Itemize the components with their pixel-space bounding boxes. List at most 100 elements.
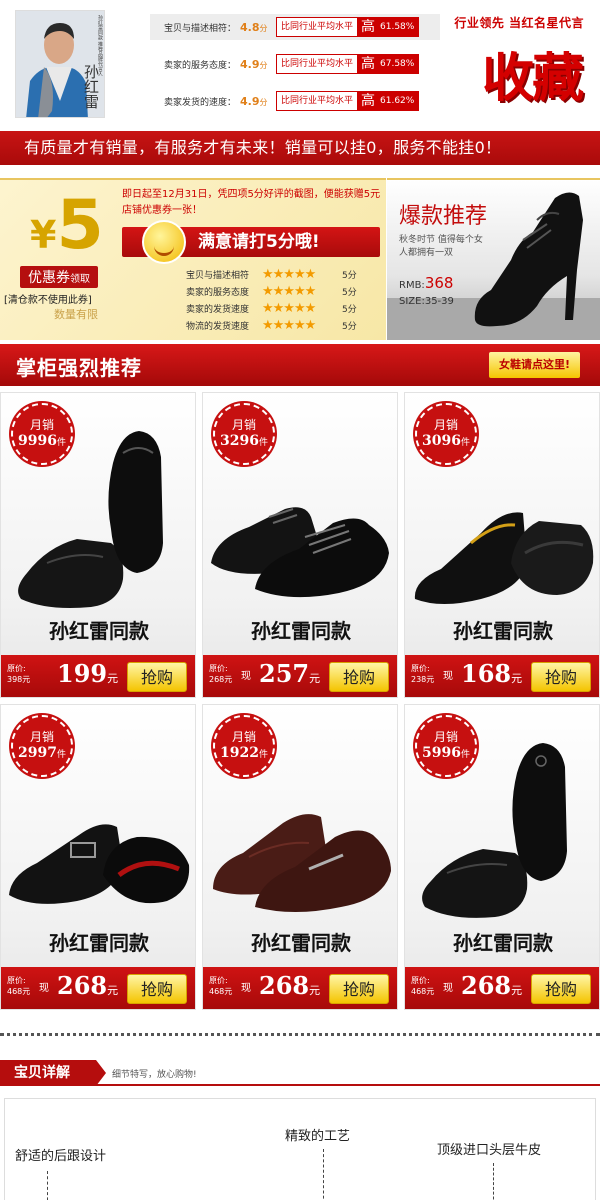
product-card[interactable]: 月销 3096件 孙红雷同款 原价: 238元 现 168元 抢购	[404, 392, 600, 698]
hot-title: 爆款推荐	[399, 204, 488, 229]
feature-craft: 精致的工艺	[285, 1129, 351, 1144]
rating-level: 高	[358, 54, 379, 74]
details-header: 宝贝详解 细节特写，放心购物!	[0, 1060, 600, 1086]
star-row: 宝贝与描述相符 ★★★★★ 5分	[186, 267, 357, 282]
original-price: 原价: 468元	[411, 976, 435, 996]
now-label: 现	[443, 671, 453, 682]
smiley-icon	[142, 220, 186, 264]
price-bar: 原价: 398元 199元 抢购	[1, 655, 195, 697]
details-panel: 舒适的后跟设计 精致的工艺 顶级进口头层牛皮	[4, 1098, 596, 1200]
rating-score: 4.8分	[240, 20, 268, 34]
feature-leather: 顶级进口头层牛皮	[437, 1143, 542, 1158]
rating-label: 宝贝与描述相符：	[163, 23, 236, 34]
rating-percent: 67.58%	[378, 54, 420, 74]
product-name: 孙红雷同款	[453, 931, 553, 955]
price-bar: 原价: 468元 现 268元 抢购	[203, 967, 397, 1009]
sale-price: 268元	[57, 971, 119, 1000]
stars-icon: ★★★★★	[262, 284, 316, 299]
monthly-sales-badge: 月销 3096件	[415, 403, 477, 465]
rating-percent: 61.62%	[378, 91, 420, 111]
buy-button[interactable]: 抢购	[127, 662, 187, 692]
feature-heel: 舒适的后跟设计	[15, 1149, 107, 1164]
now-label: 现	[241, 671, 251, 682]
product-name: 孙红雷同款	[251, 619, 351, 643]
rating-percent: 61.58%	[378, 17, 420, 37]
product-card[interactable]: 月销 2997件 孙红雷同款 原价: 468元 现 268元 抢购	[0, 704, 196, 1010]
coupon-amount: ¥5	[30, 186, 104, 265]
rating-compare: 比同行业平均水平	[276, 17, 359, 37]
original-price: 原价: 468元	[7, 976, 31, 996]
rating-label: 卖家发货的速度：	[163, 97, 236, 108]
monthly-sales-badge: 月销 2997件	[11, 715, 73, 777]
coupon-headline: 即日起至12月31日，凭四项5分好评的截图，便能获赠5元店铺优惠券一张！	[122, 189, 381, 216]
callout-line	[493, 1163, 494, 1200]
monthly-sales-badge: 月销 1922件	[213, 715, 275, 777]
monthly-sales-badge: 月销 9996件	[11, 403, 73, 465]
coupon-note: [清仓款不使用此券]	[4, 295, 92, 306]
stars-icon: ★★★★★	[262, 267, 316, 282]
rating-row: 宝贝与描述相符： 4.8分 比同行业平均水平 高 61.58%	[150, 14, 440, 40]
product-card[interactable]: 月销 1922件 孙红雷同款 原价: 468元 现 268元 抢购	[202, 704, 398, 1010]
rating-level: 高	[358, 91, 379, 111]
service-banner: 有质量才有销量，有服务才有未来！销量可以挂0，服务不能挂0！	[0, 131, 600, 165]
section-title: 掌柜强烈推荐	[16, 356, 142, 380]
now-label: 现	[39, 983, 49, 994]
monthly-sales-badge: 月销 3296件	[213, 403, 275, 465]
stars-icon: ★★★★★	[262, 318, 316, 333]
now-label: 现	[241, 983, 251, 994]
product-card[interactable]: 月销 3296件 孙红雷同款 原价: 268元 现 257元 抢购	[202, 392, 398, 698]
coupon-badge[interactable]: 优惠券领取	[20, 266, 98, 288]
product-card[interactable]: 月销 9996件 孙红雷同款 原价: 398元 199元 抢购	[0, 392, 196, 698]
store-slogan: 行业领先 当红名星代言	[454, 16, 584, 30]
star-row: 卖家的发货速度 ★★★★★ 5分	[186, 301, 357, 316]
buy-button[interactable]: 抢购	[329, 662, 389, 692]
buy-button[interactable]: 抢购	[329, 974, 389, 1004]
product-name: 孙红雷同款	[49, 619, 149, 643]
rating-compare: 比同行业平均水平	[276, 91, 359, 111]
rating-compare: 比同行业平均水平	[276, 54, 359, 74]
price-bar: 原价: 238元 现 168元 抢购	[405, 655, 599, 697]
dotted-divider	[0, 1033, 600, 1036]
celebrity-portrait: 孙红雷同款 推荐品牌代言人 孙红雷	[15, 10, 105, 118]
shop-ratings: 宝贝与描述相符： 4.8分 比同行业平均水平 高 61.58% 卖家的服务态度：…	[150, 14, 440, 125]
womens-shoes-button[interactable]: 女鞋请点这里!	[488, 352, 580, 378]
hot-price: RMB:368	[399, 274, 454, 292]
monthly-sales-badge: 月销 5996件	[415, 715, 477, 777]
product-name: 孙红雷同款	[49, 931, 149, 955]
price-bar: 原价: 268元 现 257元 抢购	[203, 655, 397, 697]
hot-item-promo[interactable]: 爆款推荐 秋冬时节 值得每个女人都拥有一双 RMB:368 SIZE:35-39	[387, 178, 600, 340]
callout-line	[47, 1171, 48, 1200]
price-bar: 原价: 468元 现 268元 抢购	[405, 967, 599, 1009]
hot-subtitle: 秋冬时节 值得每个女人都拥有一双	[399, 235, 483, 258]
favorite-button[interactable]: 收藏	[482, 36, 584, 111]
buy-button[interactable]: 抢购	[127, 974, 187, 1004]
star-row: 物流的发货速度 ★★★★★ 5分	[186, 318, 357, 333]
sale-price: 268元	[461, 971, 523, 1000]
buy-button[interactable]: 抢购	[531, 662, 591, 692]
star-row: 卖家的服务态度 ★★★★★ 5分	[186, 284, 357, 299]
details-subtitle: 细节特写，放心购物!	[112, 1070, 197, 1080]
sale-price: 199元	[57, 659, 119, 688]
original-price: 原价: 398元	[7, 664, 31, 684]
product-name: 孙红雷同款	[251, 931, 351, 955]
sale-price: 257元	[259, 659, 321, 688]
five-star-ratings: 宝贝与描述相符 ★★★★★ 5分 卖家的服务态度 ★★★★★ 5分 卖家的发货速度 ★★★…	[186, 266, 366, 334]
rating-row: 卖家发货的速度： 4.9分 比同行业平均水平 高 61.62%	[150, 88, 440, 114]
original-price: 原价: 468元	[209, 976, 233, 996]
recommend-section-header: 掌柜强烈推荐 女鞋请点这里!	[0, 344, 600, 386]
sale-price: 168元	[461, 659, 523, 688]
buy-button[interactable]: 抢购	[531, 974, 591, 1004]
sale-price: 268元	[259, 971, 321, 1000]
product-card[interactable]: 月销 5996件 孙红雷同款 原价: 468元 现 268元 抢购	[404, 704, 600, 1010]
price-bar: 原价: 468元 现 268元 抢购	[1, 967, 195, 1009]
coupon-panel[interactable]: ¥5 优惠券领取 [清仓款不使用此券] 数量有限 即日起至12月31日，凭四项5…	[0, 178, 386, 340]
rating-score: 4.9分	[240, 57, 268, 71]
promo-area: ¥5 优惠券领取 [清仓款不使用此券] 数量有限 即日起至12月31日，凭四项5…	[0, 178, 600, 340]
product-name: 孙红雷同款	[453, 619, 553, 643]
rating-level: 高	[358, 17, 379, 37]
details-title: 宝贝详解	[0, 1060, 106, 1086]
rating-row: 卖家的服务态度： 4.9分 比同行业平均水平 高 67.58%	[150, 51, 440, 77]
callout-line	[323, 1149, 324, 1200]
original-price: 原价: 268元	[209, 664, 233, 684]
store-header: 孙红雷同款 推荐品牌代言人 孙红雷 宝贝与描述相符： 4.8分 比同行业平均水平…	[0, 0, 600, 130]
